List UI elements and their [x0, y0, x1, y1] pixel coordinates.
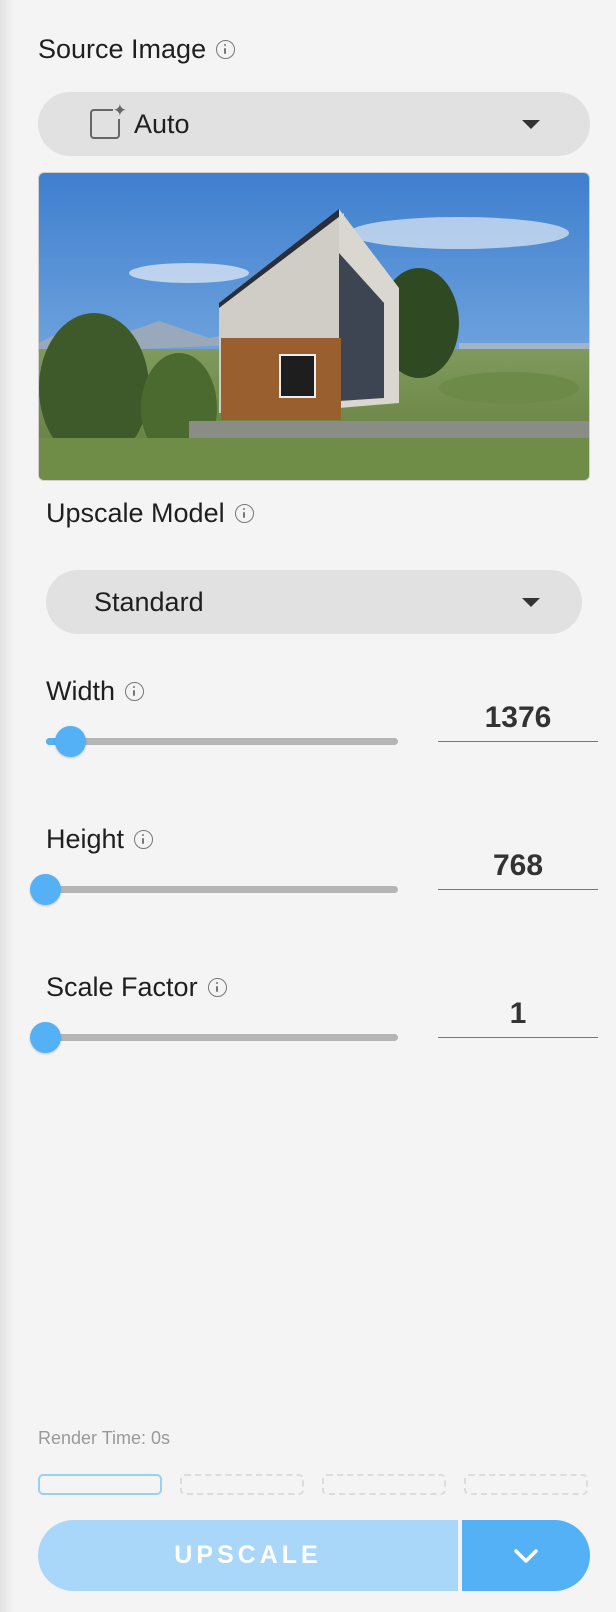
upscale-model-label: Upscale Model	[46, 498, 225, 528]
render-time: Render Time: 0s	[38, 1428, 171, 1448]
source-image-select[interactable]: ✦ Auto	[38, 92, 590, 156]
height-label-row: Height	[46, 824, 154, 855]
source-image-value: Auto	[134, 108, 190, 139]
info-icon[interactable]	[216, 40, 236, 59]
caret-down-icon	[522, 598, 540, 607]
scale-factor-slider[interactable]	[30, 1022, 398, 1053]
progress-segment	[322, 1474, 446, 1495]
height-label: Height	[46, 824, 125, 854]
source-image-label: Source Image	[38, 34, 207, 64]
height-slider[interactable]	[30, 874, 398, 905]
source-image-preview[interactable]	[38, 172, 590, 481]
source-image-label-row: Source Image	[38, 34, 236, 65]
scale-factor-label: Scale Factor	[46, 972, 198, 1002]
progress-segment	[464, 1474, 588, 1495]
info-icon[interactable]	[134, 830, 154, 849]
progress-segment	[38, 1474, 162, 1495]
upscale-model-value: Standard	[94, 586, 204, 617]
chevron-down-icon	[514, 1548, 538, 1563]
upscale-options-button[interactable]	[462, 1520, 590, 1591]
width-input[interactable]: 1376	[438, 694, 598, 742]
width-label: Width	[46, 676, 116, 706]
house-photo	[39, 173, 589, 480]
scale-factor-slider-thumb[interactable]	[30, 1022, 61, 1053]
upscale-model-select[interactable]: Standard	[46, 570, 582, 634]
info-icon[interactable]	[125, 682, 145, 701]
info-icon[interactable]	[234, 504, 254, 523]
sparkle-image-icon: ✦	[90, 102, 127, 139]
progress-segment	[180, 1474, 304, 1495]
width-slider[interactable]	[46, 726, 398, 757]
upscale-button[interactable]: UPSCALE	[38, 1520, 458, 1591]
panel-edge	[0, 0, 14, 1612]
height-slider-thumb[interactable]	[30, 874, 61, 905]
width-label-row: Width	[46, 676, 145, 707]
height-input[interactable]: 768	[438, 842, 598, 890]
info-icon[interactable]	[207, 978, 227, 997]
caret-down-icon	[522, 120, 540, 129]
scale-factor-label-row: Scale Factor	[46, 972, 227, 1003]
width-slider-thumb[interactable]	[55, 726, 86, 757]
upscale-model-label-row: Upscale Model	[46, 498, 254, 529]
scale-factor-input[interactable]: 1	[438, 990, 598, 1038]
